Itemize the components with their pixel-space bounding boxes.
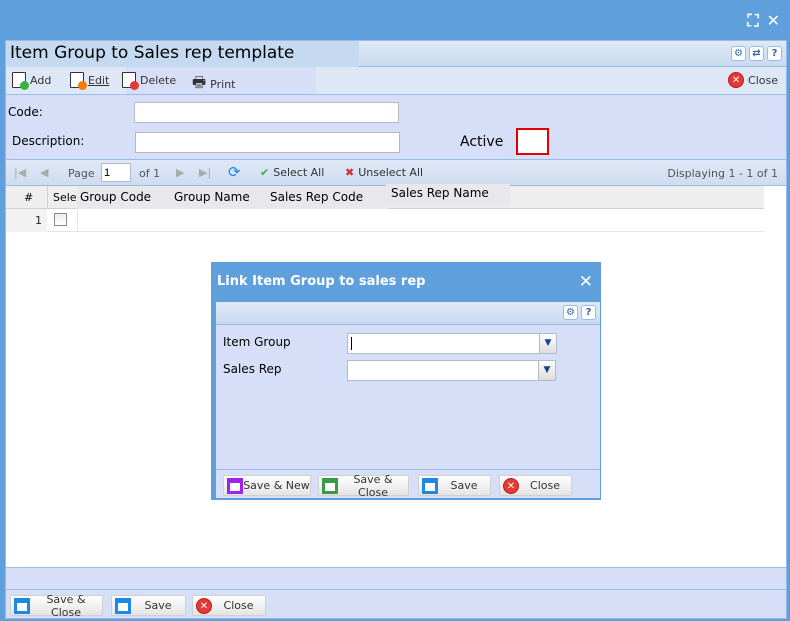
help-icon[interactable]: ?: [767, 46, 782, 61]
close-circle-icon: ✕: [503, 477, 519, 494]
close-circle-icon: ✕: [728, 72, 745, 88]
page-label: Page: [68, 167, 95, 180]
edit-icon: [70, 72, 87, 90]
first-page-icon[interactable]: |◀: [14, 166, 26, 179]
page-count: of 1: [139, 167, 161, 180]
item-group-label: Item Group: [223, 335, 291, 349]
description-label: Description:: [12, 134, 85, 148]
code-input[interactable]: [134, 102, 399, 123]
dialog-title: Link Item Group to sales rep: [217, 274, 426, 289]
row-checkbox[interactable]: [54, 213, 67, 226]
window-controls: ⛶ ✕: [747, 11, 780, 31]
dialog-save-button[interactable]: Save: [418, 475, 491, 496]
help-icon[interactable]: ?: [581, 305, 596, 320]
delete-icon: [122, 72, 139, 90]
column-sales-rep-name[interactable]: Sales Rep Name: [386, 184, 510, 207]
dialog-save-close-button[interactable]: Save & Close: [318, 473, 409, 499]
close-icon[interactable]: ✕: [767, 11, 780, 31]
edit-button[interactable]: Edit: [70, 72, 109, 90]
add-icon: [12, 72, 29, 90]
refresh-icon[interactable]: ⇄: [749, 46, 764, 61]
printer-icon: 🖶: [192, 73, 207, 91]
x-icon: ✖: [345, 166, 355, 179]
maximize-icon[interactable]: ⛶: [747, 11, 758, 31]
page-input[interactable]: [101, 163, 131, 182]
code-label: Code:: [8, 105, 43, 119]
grid-header: # Selec Group Code Group Name Sales Rep …: [6, 184, 764, 209]
save-icon: [227, 477, 243, 494]
column-group-code[interactable]: Group Code: [80, 190, 151, 204]
save-button[interactable]: Save: [111, 595, 186, 616]
close-circle-icon: ✕: [196, 597, 212, 614]
save-icon: [322, 477, 338, 494]
footer-toolbar: Save & Close Save ✕ Close: [6, 589, 786, 620]
save-icon: [115, 597, 131, 614]
panel-header: Item Group to Sales rep template ⚙ ⇄?: [6, 41, 786, 67]
chevron-down-icon[interactable]: ▼: [539, 334, 556, 353]
save-icon: [422, 477, 438, 494]
dialog-body: ⚙? Item Group ▼ Sales Rep ▼ Save & New S…: [216, 302, 600, 499]
delete-button[interactable]: Delete: [122, 72, 176, 90]
add-button[interactable]: Add: [12, 72, 51, 90]
description-input[interactable]: [135, 132, 400, 153]
print-button[interactable]: 🖶 Print: [192, 72, 235, 97]
dialog-close-button[interactable]: ✕ Close: [499, 475, 572, 496]
column-select[interactable]: Selec: [47, 186, 77, 209]
dialog-toolbar: ⚙?: [216, 302, 600, 325]
unselect-all-button[interactable]: ✖ Unselect All: [345, 166, 423, 179]
row-number: 1: [6, 209, 47, 232]
save-icon: [14, 597, 30, 614]
column-sales-rep-code[interactable]: Sales Rep Code: [270, 190, 363, 204]
dialog-close-icon[interactable]: ✕: [579, 272, 593, 292]
dialog-buttons: Save & New Save & Close Save ✕ Close: [216, 469, 600, 499]
footer-close-button[interactable]: ✕ Close: [192, 595, 266, 616]
panel-tools: ⚙ ⇄?: [731, 46, 782, 61]
next-page-icon[interactable]: ▶: [176, 166, 184, 179]
active-checkbox[interactable]: [516, 128, 549, 155]
save-close-button[interactable]: Save & Close: [10, 593, 103, 619]
link-dialog: Link Item Group to sales rep ✕ ⚙? Item G…: [211, 262, 601, 500]
check-icon: ✔: [260, 166, 270, 179]
chevron-down-icon[interactable]: ▼: [538, 361, 555, 380]
active-label: Active: [460, 134, 504, 150]
paging-toolbar: |◀ ◀ Page of 1 ▶ ▶| ⟳ ✔Select All ✖Unsel…: [6, 159, 786, 186]
close-button[interactable]: ✕ Close: [728, 72, 778, 88]
sales-rep-label: Sales Rep: [223, 362, 282, 376]
item-group-combo[interactable]: ▼: [347, 333, 557, 354]
gear-icon[interactable]: ⚙: [563, 305, 578, 320]
column-number: #: [24, 191, 34, 204]
save-new-button[interactable]: Save & New: [223, 475, 311, 496]
table-row[interactable]: 1: [6, 209, 764, 232]
column-group-name[interactable]: Group Name: [174, 190, 250, 204]
displaying-text: Displaying 1 - 1 of 1: [667, 167, 778, 180]
toolbar: Add Edit Delete 🖶 Print ✕ Close: [6, 67, 786, 95]
refresh-icon[interactable]: ⟳: [228, 163, 241, 181]
last-page-icon[interactable]: ▶|: [199, 166, 211, 179]
page-title: Item Group to Sales rep template: [6, 41, 359, 67]
sales-rep-combo[interactable]: ▼: [347, 360, 556, 381]
gear-icon[interactable]: ⚙: [731, 46, 746, 61]
select-all-button[interactable]: ✔ Select All: [260, 166, 324, 179]
prev-page-icon[interactable]: ◀: [40, 166, 48, 179]
